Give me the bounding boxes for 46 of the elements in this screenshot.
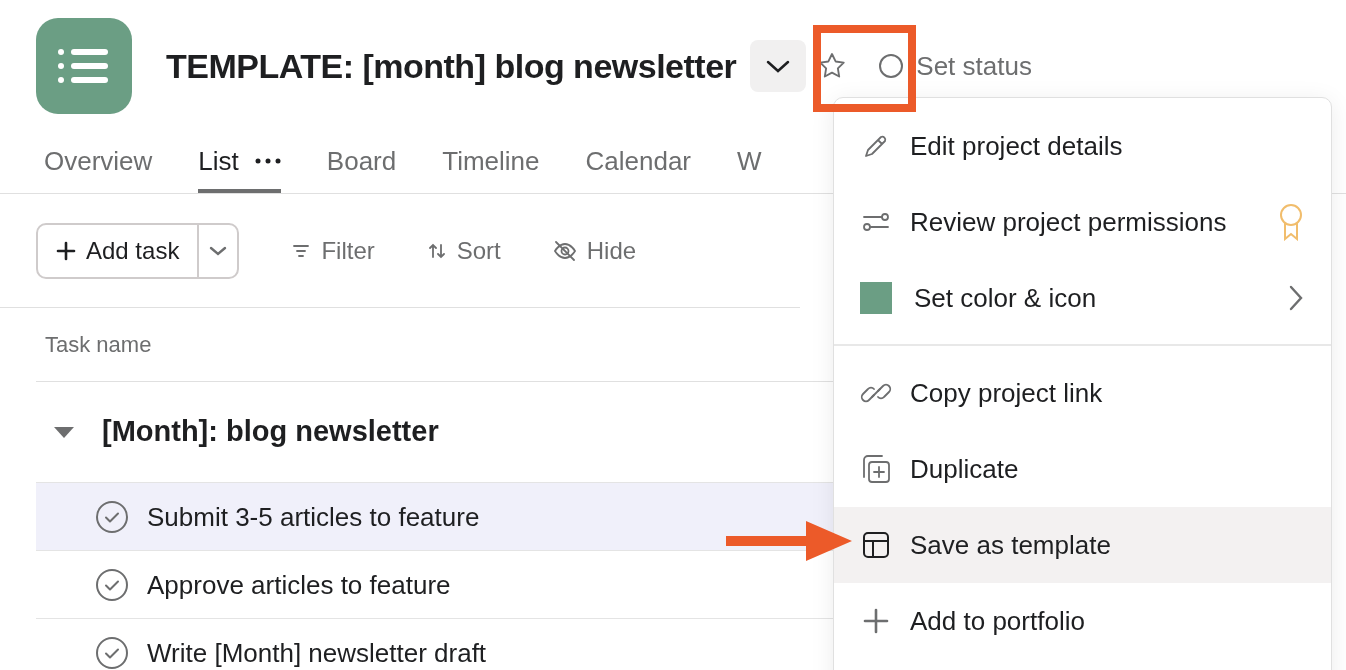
add-task-label[interactable]: Add task xyxy=(86,232,180,269)
check-icon[interactable] xyxy=(95,635,129,670)
section-title: [Month]: blog newsletter xyxy=(102,414,439,450)
task-row[interactable]: Write [Month] newsletter draft xyxy=(36,618,836,670)
menu-item[interactable]: Save as template xyxy=(834,507,1331,583)
plus-icon xyxy=(56,240,76,261)
plus-icon xyxy=(861,606,891,636)
menu-item[interactable]: Edit project details xyxy=(834,108,1331,184)
menu-item[interactable]: Set color & icon xyxy=(834,260,1331,336)
hide-button[interactable]: Hide xyxy=(552,232,637,269)
tab[interactable]: List xyxy=(198,133,281,193)
check-icon[interactable] xyxy=(95,567,129,602)
add-task-button[interactable]: Add task xyxy=(36,222,240,279)
tab[interactable]: Overview xyxy=(44,133,153,193)
menu-item[interactable]: Add to portfolio xyxy=(834,583,1331,659)
circle-icon xyxy=(878,53,905,79)
tab[interactable]: Timeline xyxy=(442,133,540,193)
menu-item-label[interactable]: Copy project link xyxy=(910,373,1103,413)
chevron-down-icon xyxy=(765,59,792,73)
set-status-button[interactable]: Set status xyxy=(878,46,1032,86)
menu-item[interactable]: Review project permissions xyxy=(834,184,1331,260)
menu-item[interactable]: Copy project link xyxy=(834,355,1331,431)
menu-item-label[interactable]: Set color & icon xyxy=(914,278,1097,318)
task-name: Approve articles to feature xyxy=(147,568,451,601)
project-menu-button[interactable] xyxy=(750,40,807,92)
more-icon[interactable] xyxy=(254,158,281,164)
template-icon xyxy=(861,530,891,560)
menu-item-label[interactable]: Add to portfolio xyxy=(910,601,1085,641)
menu-item-label[interactable]: Duplicate xyxy=(910,449,1019,489)
tab[interactable]: Board xyxy=(326,133,397,193)
menu-item-label[interactable]: Review project permissions xyxy=(910,202,1227,242)
tab[interactable]: W xyxy=(737,133,762,193)
duplicate-icon xyxy=(860,453,892,485)
sort-button[interactable]: Sort xyxy=(426,232,501,269)
check-icon[interactable] xyxy=(95,499,129,534)
tab[interactable]: Calendar xyxy=(585,133,692,193)
menu-item-label[interactable]: Save as template xyxy=(910,525,1111,565)
hidden-eye-icon xyxy=(552,239,577,262)
filter-button[interactable]: Filter xyxy=(291,232,375,269)
task-name: Submit 3-5 articles to feature xyxy=(147,500,480,533)
menu-item-label[interactable]: Edit project details xyxy=(910,126,1123,166)
caret-icon[interactable] xyxy=(52,424,76,440)
task-name: Write [Month] newsletter draft xyxy=(147,636,487,669)
task-row[interactable]: Submit 3-5 articles to feature xyxy=(36,482,836,550)
project-title: TEMPLATE: [month] blog newsletter xyxy=(166,45,737,87)
menu-item[interactable]: Duplicate xyxy=(834,431,1331,507)
